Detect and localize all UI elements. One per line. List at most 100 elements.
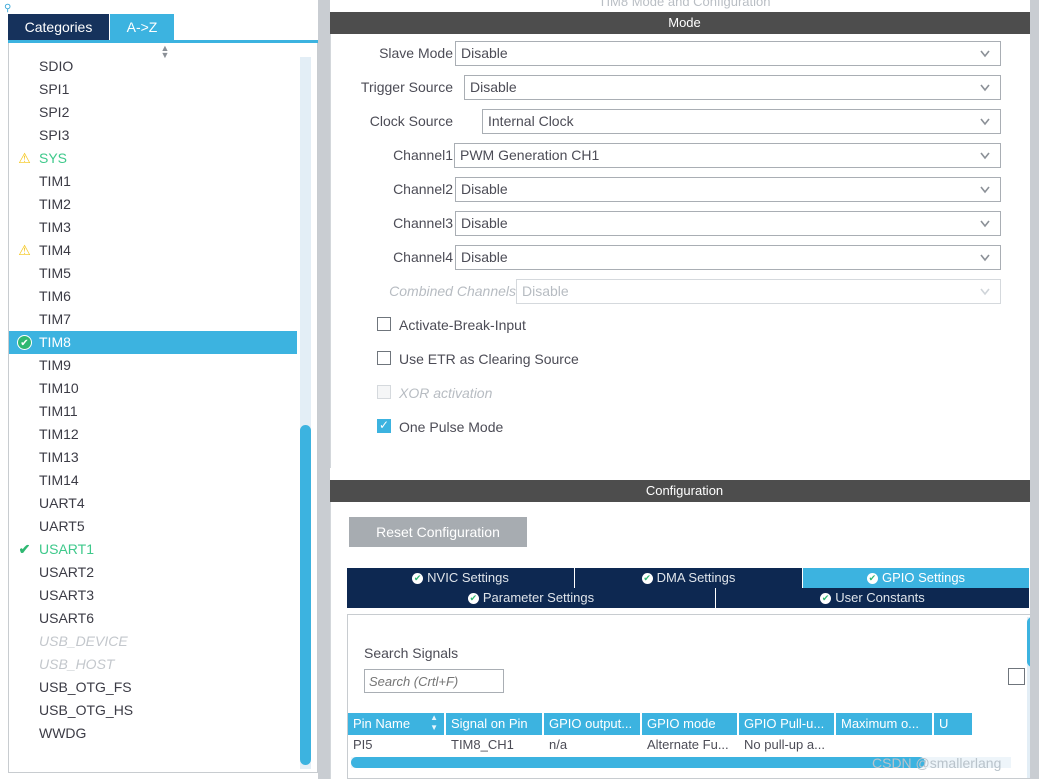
column-header-gpio-mode[interactable]: GPIO mode [642, 713, 739, 735]
sidebar-item-tim7[interactable]: TIM7 [9, 308, 297, 331]
sidebar-item-sys[interactable]: ⚠ SYS [9, 147, 297, 170]
column-header-label: GPIO mode [647, 716, 716, 731]
warning-icon: ⚠ [18, 150, 31, 166]
table-cell: TIM8_CH1 [451, 737, 514, 752]
column-header-maximum-o[interactable]: Maximum o... [836, 713, 934, 735]
sidebar-item-tim4[interactable]: ⚠ TIM4 [9, 239, 297, 262]
gpio-signals-table: Pin Name ▲ ▼ Signal on Pin GPIO output... GPI… [348, 713, 1039, 755]
config-tab-row-2: ✔ Parameter Settings ✔ User Constants [347, 588, 1030, 608]
dropdown-slave-mode[interactable]: Disable [455, 41, 1001, 66]
mode-field-row: Channel4 Disable [331, 240, 1039, 274]
sidebar-item-spi2[interactable]: SPI2 [9, 101, 297, 124]
check-circle-icon: ✔ [866, 573, 878, 584]
dropdown-combined-channels: Disable [516, 279, 1001, 304]
sidebar-item-label: TIM8 [39, 334, 71, 350]
sidebar-item-tim5[interactable]: TIM5 [9, 262, 297, 285]
tab-categories[interactable]: Categories [8, 14, 109, 40]
sidebar-item-tim12[interactable]: TIM12 [9, 423, 297, 446]
checkbox-one-pulse-mode[interactable] [377, 417, 391, 433]
sidebar-item-uart5[interactable]: UART5 [9, 515, 297, 538]
sidebar-scrollbar-thumb[interactable] [300, 425, 311, 765]
sidebar-item-tim10[interactable]: TIM10 [9, 377, 297, 400]
table-cell: n/a [549, 737, 568, 752]
dropdown-trigger-source[interactable]: Disable [464, 75, 1001, 100]
chevron-down-icon [978, 178, 992, 201]
table-row[interactable]: PI5 TIM8_CH1 n/a Alternate Fu... No pull-up … [348, 735, 1039, 755]
sidebar-item-label: SPI3 [39, 127, 70, 143]
field-label-clock-source: Clock Source [369, 113, 453, 129]
sidebar-item-label: SDIO [39, 58, 74, 74]
sidebar-item-usart2[interactable]: USART2 [9, 561, 297, 584]
sidebar-item-tim8[interactable]: ✔ TIM8 [9, 331, 297, 354]
sidebar-item-sdio[interactable]: SDIO [9, 55, 297, 78]
check-circle-icon: ✔ [820, 593, 832, 604]
column-header-u[interactable]: U [934, 713, 974, 735]
sidebar-item-tim13[interactable]: TIM13 [9, 446, 297, 469]
mode-field-row: Trigger Source Disable [331, 70, 1039, 104]
sidebar-item-label: TIM13 [39, 449, 79, 465]
sidebar-item-usb_device[interactable]: USB_DEVICE [9, 630, 297, 653]
mode-field-row: Slave Mode Disable [331, 36, 1039, 70]
gpio-hscrollbar-thumb[interactable] [351, 757, 925, 768]
sidebar-item-wwdg[interactable]: WWDG [9, 722, 297, 745]
tab-a-to-z[interactable]: A->Z [110, 14, 174, 40]
dropdown-channel4[interactable]: Disable [455, 245, 1001, 270]
field-label-trigger-source: Trigger Source [360, 79, 453, 95]
dropdown-channel2[interactable]: Disable [455, 177, 1001, 202]
field-label-slave-mode: Slave Mode [379, 45, 453, 61]
tab-parameter-settings[interactable]: ✔ Parameter Settings [347, 588, 716, 608]
table-cell: No pull-up a... [744, 737, 825, 752]
sidebar-item-tim1[interactable]: TIM1 [9, 170, 297, 193]
tab-user-constants[interactable]: ✔ User Constants [716, 588, 1030, 608]
signal-search-input[interactable] [364, 669, 504, 693]
column-header-label: U [939, 716, 949, 731]
sidebar-item-tim6[interactable]: TIM6 [9, 285, 297, 308]
config-tab-row-1: ✔ NVIC Settings ✔ DMA Settings ✔ GPIO Setting… [347, 568, 1030, 588]
tab-dma-settings[interactable]: ✔ DMA Settings [575, 568, 803, 588]
field-label-channel3: Channel3 [393, 215, 453, 231]
dropdown-channel1[interactable]: PWM Generation CH1 [454, 143, 1001, 168]
sidebar-item-tim11[interactable]: TIM11 [9, 400, 297, 423]
search-signals-label: Search Signals [364, 645, 459, 661]
page-title: TIM8 Mode and Configuration [598, 0, 771, 9]
column-header-gpio-pull-u[interactable]: GPIO Pull-u... [739, 713, 836, 735]
sidebar-item-usb_otg_fs[interactable]: USB_OTG_FS [9, 676, 297, 699]
column-header-pin-name[interactable]: Pin Name ▲ ▼ [348, 713, 446, 735]
sidebar-item-spi3[interactable]: SPI3 [9, 124, 297, 147]
gpio-settings-pane: Search Signals Pin Name ▲▼ Signal on Pin GP… [347, 614, 1039, 779]
sidebar-item-tim3[interactable]: TIM3 [9, 216, 297, 239]
warning-icon: ⚠ [18, 242, 31, 258]
reset-configuration-button[interactable]: Reset Configuration [349, 517, 527, 547]
column-header-signal-on-pin[interactable]: Signal on Pin [446, 713, 544, 735]
show-only-modified-checkbox[interactable] [1008, 668, 1025, 685]
tab-gpio-settings[interactable]: ✔ GPIO Settings [803, 568, 1030, 588]
column-header-gpio-output[interactable]: GPIO output... [544, 713, 642, 735]
column-header-label: Pin Name [353, 716, 411, 731]
sidebar-item-usb_host[interactable]: USB_HOST [9, 653, 297, 676]
chevron-down-icon [978, 144, 992, 167]
dropdown-channel3[interactable]: Disable [455, 211, 1001, 236]
tab-nvic-settings[interactable]: ✔ NVIC Settings [347, 568, 575, 588]
window-right-edge [1030, 0, 1039, 779]
mode-checkbox-row: One Pulse Mode [331, 410, 1039, 444]
sidebar-item-tim14[interactable]: TIM14 [9, 469, 297, 492]
sidebar-search-row: ⚲ [0, 0, 318, 14]
table-cell: Alternate Fu... [647, 737, 729, 752]
panel-divider [318, 0, 330, 779]
sidebar-item-tim2[interactable]: TIM2 [9, 193, 297, 216]
dropdown-value: Internal Clock [488, 113, 574, 129]
column-header-label: Signal on Pin [451, 716, 528, 731]
sidebar-item-usart3[interactable]: USART3 [9, 584, 297, 607]
dropdown-clock-source[interactable]: Internal Clock [482, 109, 1001, 134]
sort-arrows-icon: ▲ ▼ [430, 713, 438, 732]
sidebar-item-uart4[interactable]: UART4 [9, 492, 297, 515]
checkbox-use-etr-as-clearing-source[interactable] [377, 351, 391, 365]
sidebar-item-label: TIM3 [39, 219, 71, 235]
sidebar-item-usart6[interactable]: USART6 [9, 607, 297, 630]
sidebar-item-spi1[interactable]: SPI1 [9, 78, 297, 101]
checkbox-activate-break-input[interactable] [377, 317, 391, 331]
sidebar-item-usart1[interactable]: ✔ USART1 [9, 538, 297, 561]
column-header-label: Maximum o... [841, 716, 920, 731]
sidebar-item-usb_otg_hs[interactable]: USB_OTG_HS [9, 699, 297, 722]
sidebar-item-tim9[interactable]: TIM9 [9, 354, 297, 377]
